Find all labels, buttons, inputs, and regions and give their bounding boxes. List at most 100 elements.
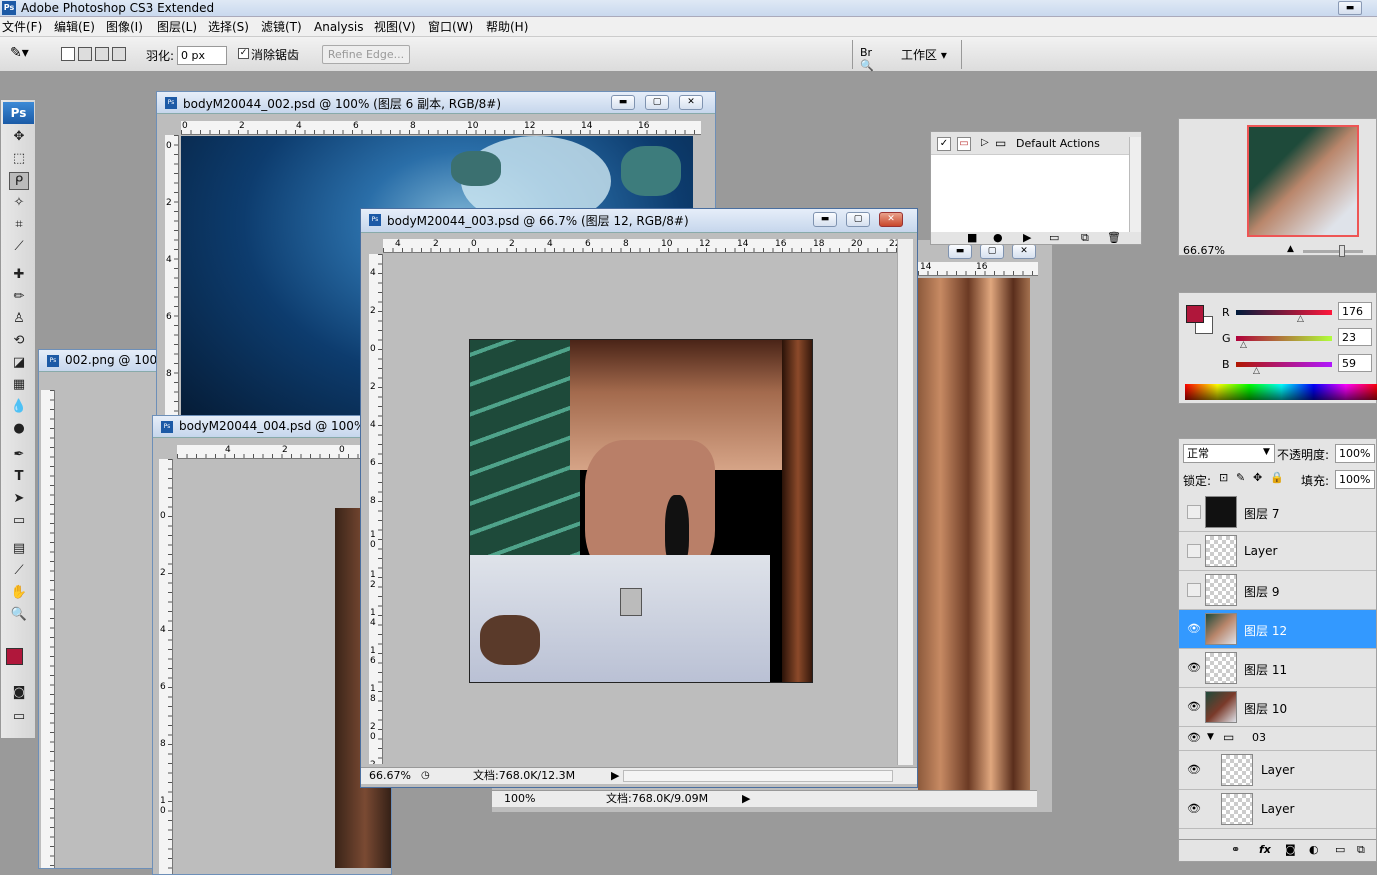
vertical-scrollbar[interactable] bbox=[897, 239, 913, 765]
lock-transparent-icon[interactable]: ⊡ bbox=[1219, 471, 1228, 484]
gradient-tool-icon[interactable]: ▦ bbox=[9, 376, 29, 394]
actions-scrollbar[interactable] bbox=[1129, 137, 1141, 232]
doc-titlebar[interactable]: Ps bodyM20044_003.psd @ 66.7% (图层 12, RG… bbox=[361, 209, 917, 233]
eye-icon[interactable]: 👁 bbox=[1187, 802, 1201, 816]
fill-input[interactable]: 100% bbox=[1335, 470, 1375, 489]
doc-titlebar[interactable]: Ps bodyM20044_002.psd @ 100% (图层 6 副本, R… bbox=[157, 92, 715, 114]
menu-select[interactable]: 选择(S) bbox=[208, 19, 249, 35]
menu-view[interactable]: 视图(V) bbox=[374, 19, 416, 35]
lasso-tool-icon[interactable]: ᑭ bbox=[9, 172, 29, 190]
history-brush-icon[interactable]: ⟲ bbox=[9, 332, 29, 350]
chevron-down-icon[interactable]: ▼ bbox=[1263, 447, 1270, 457]
color-spectrum-bar[interactable] bbox=[1185, 384, 1377, 400]
layer-name[interactable]: 图层 12 bbox=[1244, 622, 1287, 639]
lock-all-icon[interactable]: 🔒 bbox=[1270, 471, 1284, 484]
menu-analysis[interactable]: Analysis bbox=[314, 19, 363, 35]
add-mask-icon[interactable]: ◙ bbox=[1285, 843, 1296, 856]
layer-name[interactable]: Layer bbox=[1261, 763, 1294, 777]
layer-row-selected[interactable]: 👁 图层 12 bbox=[1179, 610, 1376, 649]
new-action-icon[interactable]: ⧉ bbox=[1081, 231, 1089, 245]
layer-row[interactable]: 👁 Layer bbox=[1179, 790, 1376, 829]
layer-name[interactable]: 图层 11 bbox=[1244, 661, 1287, 678]
type-tool-icon[interactable]: T bbox=[9, 468, 29, 486]
delete-icon[interactable]: 🗑 bbox=[1107, 231, 1121, 244]
eraser-tool-icon[interactable]: ◪ bbox=[9, 354, 29, 372]
canvas-brown-texture[interactable] bbox=[918, 278, 1030, 790]
layer-row[interactable]: 👁 Layer bbox=[1179, 751, 1376, 790]
layer-group-row[interactable]: 👁 ▼ ▭ 03 bbox=[1179, 727, 1376, 751]
play-action-icon[interactable]: ▶ bbox=[1023, 231, 1031, 244]
visibility-toggle[interactable] bbox=[1187, 583, 1201, 597]
red-slider[interactable] bbox=[1236, 310, 1332, 315]
notes-tool-icon[interactable]: ▤ bbox=[9, 540, 29, 558]
play-icon[interactable]: ▶ bbox=[611, 768, 619, 784]
eye-icon[interactable]: 👁 bbox=[1187, 731, 1201, 745]
eye-icon[interactable]: 👁 bbox=[1187, 763, 1201, 777]
bridge-icon[interactable]: Br🔍 bbox=[860, 46, 880, 72]
antialias-checkbox[interactable]: ✓ bbox=[238, 48, 249, 59]
play-icon[interactable]: ▶ bbox=[742, 791, 750, 807]
action-toggle-checkbox[interactable]: ✓ bbox=[937, 137, 951, 151]
move-tool-icon[interactable]: ✥ bbox=[9, 128, 29, 146]
green-slider[interactable] bbox=[1236, 336, 1332, 341]
dodge-tool-icon[interactable]: ● bbox=[9, 420, 29, 438]
minimize-button[interactable]: ▬ bbox=[948, 244, 972, 259]
layer-row[interactable]: 👁 图层 10 bbox=[1179, 688, 1376, 727]
visibility-toggle[interactable] bbox=[1187, 544, 1201, 558]
eye-icon[interactable]: 👁 bbox=[1187, 700, 1201, 714]
eye-icon[interactable]: 👁 bbox=[1187, 622, 1201, 636]
maximize-button[interactable]: ▢ bbox=[980, 244, 1004, 259]
fx-icon[interactable]: fx bbox=[1259, 843, 1271, 856]
visibility-toggle[interactable] bbox=[1187, 505, 1201, 519]
eyedropper-sample-icon[interactable]: ⟋ bbox=[9, 562, 29, 580]
eye-icon[interactable]: 👁 bbox=[1187, 661, 1201, 675]
layer-name[interactable]: 图层 7 bbox=[1244, 505, 1279, 522]
link-layers-icon[interactable]: ⚭ bbox=[1231, 843, 1240, 856]
new-layer-icon[interactable]: ⧉ bbox=[1357, 843, 1365, 857]
opacity-input[interactable]: 100% bbox=[1335, 444, 1375, 463]
canvas-area[interactable] bbox=[385, 255, 895, 765]
stop-icon[interactable]: ■ bbox=[967, 231, 977, 244]
clone-stamp-icon[interactable]: ♙ bbox=[9, 310, 29, 328]
zoom-level[interactable]: 66.67% bbox=[369, 768, 411, 784]
blur-tool-icon[interactable]: 💧 bbox=[9, 398, 29, 416]
pen-tool-icon[interactable]: ✒ bbox=[9, 446, 29, 464]
shape-tool-icon[interactable]: ▭ bbox=[9, 512, 29, 530]
dialog-toggle-icon[interactable]: ▭ bbox=[957, 137, 971, 151]
blend-mode-select[interactable]: 正常 bbox=[1183, 444, 1275, 463]
new-selection-icon[interactable] bbox=[61, 47, 75, 61]
zoom-tool-icon[interactable]: 🔍 bbox=[9, 606, 29, 624]
add-selection-icon[interactable] bbox=[78, 47, 92, 61]
layer-row[interactable]: 图层 9 bbox=[1179, 571, 1376, 610]
healing-brush-icon[interactable]: ✚ bbox=[9, 266, 29, 284]
path-select-icon[interactable]: ➤ bbox=[9, 490, 29, 508]
new-group-icon[interactable]: ▭ bbox=[1335, 843, 1345, 856]
red-value-input[interactable]: 176 bbox=[1338, 302, 1372, 320]
minimize-button[interactable]: ▬ bbox=[1338, 1, 1362, 15]
subtract-selection-icon[interactable] bbox=[95, 47, 109, 61]
new-set-icon[interactable]: ▭ bbox=[1049, 231, 1059, 244]
crop-tool-icon[interactable]: ⌗ bbox=[9, 216, 29, 234]
doc-window-003[interactable]: Ps bodyM20044_003.psd @ 66.7% (图层 12, RG… bbox=[360, 208, 918, 788]
status-menu-icon[interactable]: ◷ bbox=[421, 768, 430, 784]
navigator-thumbnail[interactable] bbox=[1247, 125, 1359, 237]
zoom-level[interactable]: 100% bbox=[504, 791, 535, 807]
foreground-color-swatch[interactable] bbox=[6, 648, 23, 665]
action-set-name[interactable]: Default Actions bbox=[1016, 137, 1100, 150]
navigator-zoom[interactable]: 66.67% bbox=[1183, 244, 1225, 257]
layer-name[interactable]: 图层 9 bbox=[1244, 583, 1279, 600]
green-value-input[interactable]: 23 bbox=[1338, 328, 1372, 346]
horizontal-scrollbar[interactable] bbox=[623, 770, 893, 782]
marquee-tool-icon[interactable]: ⬚ bbox=[9, 150, 29, 168]
blue-slider-thumb[interactable]: △ bbox=[1253, 366, 1260, 376]
maximize-button[interactable]: ▢ bbox=[645, 95, 669, 110]
maximize-button[interactable]: ▢ bbox=[846, 212, 870, 227]
group-expand-icon[interactable]: ▼ bbox=[1207, 732, 1214, 742]
menu-help[interactable]: 帮助(H) bbox=[486, 19, 528, 35]
menu-filter[interactable]: 滤镜(T) bbox=[261, 19, 302, 35]
polygon-lasso-icon[interactable]: ✎▾ bbox=[10, 45, 40, 63]
feather-input[interactable]: 0 px bbox=[177, 46, 227, 65]
workspace-button[interactable]: 工作区 ▾ bbox=[901, 46, 947, 63]
adjustment-layer-icon[interactable]: ◐ bbox=[1309, 843, 1319, 856]
menu-window[interactable]: 窗口(W) bbox=[428, 19, 473, 35]
